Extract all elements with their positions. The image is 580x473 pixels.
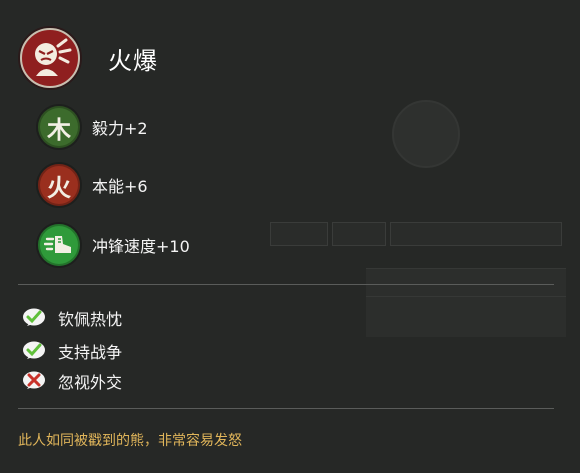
trait-label: 支持战争: [58, 343, 123, 362]
stat-row-grit: 木 毅力+2: [38, 106, 148, 148]
stat-row-charge-speed: 冲锋速度+10: [38, 224, 190, 266]
angry-face-icon: [20, 28, 80, 88]
character-header: 火爆: [20, 28, 158, 88]
trait-tooltip: 火爆 木 毅力+2 火 本能+6 冲锋速度+10 钦佩热忱 支持战争 忽视外交 …: [0, 0, 580, 473]
charge-boot-icon: [38, 224, 80, 266]
divider: [18, 284, 554, 285]
wood-element-icon: 木: [38, 106, 80, 148]
check-icon: [23, 341, 45, 359]
check-icon: [23, 308, 45, 326]
trait-row: 忽视外交: [22, 369, 122, 393]
trait-row: 钦佩热忱: [22, 306, 122, 330]
trait-label: 忽视外交: [58, 373, 123, 392]
stat-row-instinct: 火 本能+6: [38, 164, 148, 206]
trait-row: 支持战争: [22, 339, 122, 363]
stat-label: 毅力+2: [92, 119, 148, 138]
trait-label: 钦佩热忱: [58, 310, 123, 329]
stat-label: 本能+6: [92, 177, 148, 196]
character-description: 此人如同被戳到的熊，非常容易发怒: [18, 433, 242, 449]
cross-icon: [23, 371, 45, 389]
divider: [18, 408, 554, 409]
character-name: 火爆: [108, 46, 158, 75]
stat-label: 冲锋速度+10: [92, 237, 190, 256]
fire-element-icon: 火: [38, 164, 80, 206]
